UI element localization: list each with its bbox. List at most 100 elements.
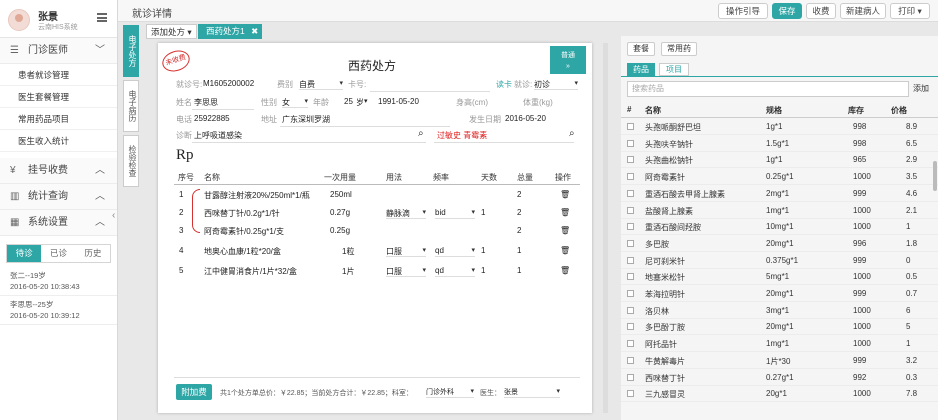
department-select[interactable]: 门诊外科 xyxy=(426,387,474,398)
onset-date-value[interactable]: 2016-05-20 xyxy=(505,114,546,123)
diagnosis-value[interactable]: 上呼吸道感染 xyxy=(194,130,242,141)
age-value[interactable]: 25 xyxy=(344,97,353,106)
drug-row[interactable]: 头孢呋辛钠针 1.5g*1 998 6.5 xyxy=(621,136,938,152)
drug-row[interactable]: 多巴酚丁胺 20mg*1 1000 5 xyxy=(621,319,938,336)
card-no-input[interactable] xyxy=(370,91,490,92)
delete-icon[interactable]: 🗑 xyxy=(560,266,570,275)
total[interactable]: 1 xyxy=(517,246,521,255)
fee-type-select[interactable]: 自费 xyxy=(299,79,343,90)
drug-row[interactable]: 重酒石酸间羟胺 10mg*1 1000 1 xyxy=(621,219,938,236)
common-drugs-button[interactable]: 常用药 xyxy=(661,42,697,56)
drug-row[interactable]: 阿托品针 1mg*1 1000 1 xyxy=(621,336,938,353)
age-unit-select[interactable]: 岁 xyxy=(356,97,364,108)
usage-select[interactable]: 口服 xyxy=(386,266,426,277)
drug-row[interactable]: 重酒石酸去甲肾上腺素 2mg*1 999 4.6 xyxy=(621,186,938,202)
frequency-select[interactable]: qd xyxy=(435,266,475,277)
dose[interactable]: 0.25g xyxy=(330,226,350,235)
dob-value[interactable]: 1991-05-20 xyxy=(378,97,419,106)
row-checkbox[interactable] xyxy=(627,373,634,381)
search-icon[interactable]: ⌕ xyxy=(569,128,575,139)
scrollbar-thumb[interactable] xyxy=(933,161,937,191)
row-checkbox[interactable] xyxy=(627,390,634,398)
delete-icon[interactable]: 🗑 xyxy=(560,208,570,217)
close-icon[interactable]: ✖ xyxy=(251,26,258,36)
drug-row[interactable]: 阿奇霉素针 0.25g*1 1000 3.5 xyxy=(621,169,938,186)
gender-select[interactable]: 女 xyxy=(282,97,308,108)
read-card-link[interactable]: 读卡 xyxy=(496,79,512,90)
tab-waiting[interactable]: 待诊 xyxy=(7,245,42,262)
add-drug-button[interactable]: 添加 xyxy=(913,81,929,97)
tab-history[interactable]: 历史 xyxy=(75,245,110,262)
guide-button[interactable]: 操作引导 xyxy=(718,3,768,19)
row-checkbox[interactable] xyxy=(627,273,634,281)
drug-row[interactable]: 苯海拉明针 20mg*1 999 0.7 xyxy=(621,286,938,302)
sidebar-item-common-drugs[interactable]: 常用药品项目 xyxy=(0,108,117,130)
drug-row[interactable]: 多巴胺 20mg*1 996 1.8 xyxy=(621,236,938,252)
dose[interactable]: 1片 xyxy=(342,266,354,277)
sidebar-section-statistics[interactable]: ▥ 统计查询 ︿ xyxy=(0,184,117,210)
delete-icon[interactable]: 🗑 xyxy=(560,226,570,235)
sidebar-section-outpatient[interactable]: ☰ 门诊医师 ﹀ xyxy=(0,38,117,64)
row-checkbox[interactable] xyxy=(627,239,634,247)
vtab-e-record[interactable]: 电子病历 xyxy=(123,80,139,132)
row-checkbox[interactable] xyxy=(627,223,634,231)
doctor-select[interactable]: 张景 xyxy=(504,387,560,398)
new-patient-button[interactable]: 新建病人 xyxy=(840,3,886,19)
address-value[interactable]: 广东深圳罗湖 xyxy=(282,114,330,125)
tab-done[interactable]: 已诊 xyxy=(41,245,76,262)
total[interactable]: 1 xyxy=(517,266,521,275)
drug-row[interactable]: 地塞米松针 5mg*1 1000 0.5 xyxy=(621,269,938,286)
drug-row[interactable]: 头孢曲松钠针 1g*1 965 2.9 xyxy=(621,152,938,169)
tab-items[interactable]: 项目 xyxy=(659,63,689,76)
visit-type-select[interactable]: 初诊 xyxy=(534,79,578,90)
tab-drugs[interactable]: 药品 xyxy=(627,63,655,76)
add-prescription-dropdown[interactable]: 添加处方 ▾ xyxy=(146,24,197,39)
print-button[interactable]: 打印 ▾ xyxy=(890,3,930,19)
sidebar-section-registration[interactable]: ¥ 挂号收费 ︿ xyxy=(0,158,117,184)
total[interactable]: 2 xyxy=(517,226,521,235)
drug-row[interactable]: 洛贝林 3mg*1 1000 6 xyxy=(621,303,938,319)
vtab-exam[interactable]: 检验检查 xyxy=(123,135,139,187)
rx-type-badge[interactable]: 普通 » xyxy=(550,46,586,74)
drug-row[interactable]: 尼可刹米针 0.375g*1 999 0 xyxy=(621,253,938,269)
days[interactable]: 1 xyxy=(481,246,485,255)
drug-row[interactable]: 头孢哌酮舒巴坦 1g*1 998 8.9 xyxy=(621,119,938,135)
row-checkbox[interactable] xyxy=(627,206,634,214)
search-icon[interactable]: ⌕ xyxy=(418,128,424,139)
total[interactable]: 2 xyxy=(517,208,521,217)
row-checkbox[interactable] xyxy=(627,156,634,164)
height-input[interactable]: 身高(cm) xyxy=(456,97,488,108)
scrollbar[interactable] xyxy=(603,43,608,413)
sidebar-item-income-stats[interactable]: 医生收入统计 xyxy=(0,130,117,152)
add-fee-button[interactable]: 附加费 xyxy=(176,384,212,400)
frequency-select[interactable]: bid xyxy=(435,208,475,219)
package-button[interactable]: 套餐 xyxy=(627,42,655,56)
row-checkbox[interactable] xyxy=(627,356,634,364)
usage-select[interactable]: 口服 xyxy=(386,246,426,257)
row-checkbox[interactable] xyxy=(627,290,634,297)
allergy-history[interactable]: 过敏史 青霉素 xyxy=(437,130,487,141)
drug-search-input[interactable]: 搜索药品 xyxy=(627,81,909,97)
sidebar-item-doctor-package[interactable]: 医生套餐管理 xyxy=(0,86,117,108)
row-checkbox[interactable] xyxy=(627,340,634,348)
delete-icon[interactable]: 🗑 xyxy=(560,246,570,255)
drug-row[interactable]: 西咪替丁针 0.27g*1 992 0.3 xyxy=(621,370,938,386)
days[interactable]: 1 xyxy=(481,266,485,275)
phone-value[interactable]: 25922885 xyxy=(194,114,230,123)
drug-row[interactable]: 盐酸肾上腺素 1mg*1 1000 2.1 xyxy=(621,203,938,219)
dose[interactable]: 1粒 xyxy=(342,246,354,257)
row-checkbox[interactable] xyxy=(627,323,634,331)
patient-list-item[interactable]: 张二--19岁 2016-05-20 10:38:43 xyxy=(0,267,117,296)
sidebar-item-patient-visit[interactable]: 患者就诊管理 xyxy=(0,64,117,86)
total[interactable]: 2 xyxy=(517,190,521,199)
sidebar-section-settings[interactable]: ▦ 系统设置 ︿ xyxy=(0,210,117,236)
days[interactable]: 1 xyxy=(481,208,485,217)
tab-western-rx-1[interactable]: 西药处方1 ✖ xyxy=(198,24,262,39)
row-checkbox[interactable] xyxy=(627,306,634,314)
dose[interactable]: 0.27g xyxy=(330,208,350,217)
charge-button[interactable]: 收费 xyxy=(806,3,836,19)
dose[interactable]: 250ml xyxy=(330,190,352,199)
weight-input[interactable]: 体重(kg) xyxy=(523,97,553,108)
collapse-sidebar-icon[interactable]: ‹ xyxy=(112,210,115,221)
row-checkbox[interactable] xyxy=(627,123,634,130)
